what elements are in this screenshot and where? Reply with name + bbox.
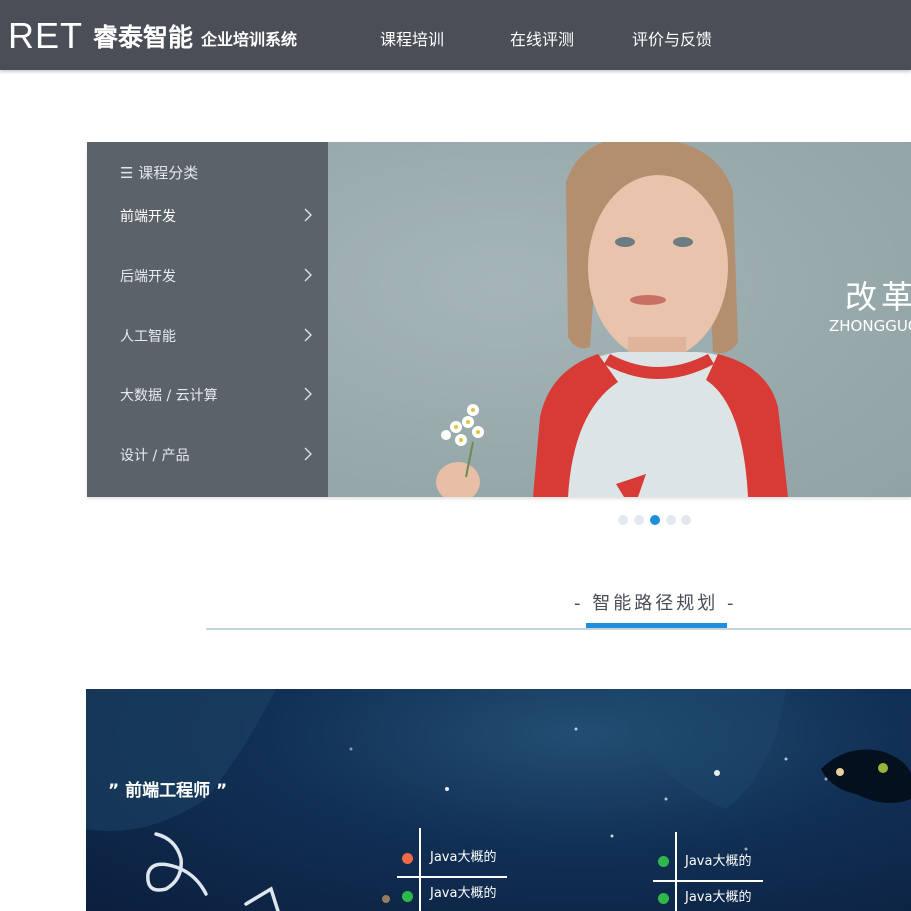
logo-ret[interactable]: RET	[8, 14, 83, 58]
category-item-bigdata-cloud[interactable]: 大数据 / 云计算	[87, 382, 328, 412]
nav-evaluation-feedback[interactable]: 评价与反馈	[632, 29, 712, 51]
nav-course-training[interactable]: 课程培训	[380, 29, 444, 51]
path-node-label[interactable]: Java大概的	[430, 849, 496, 867]
chevron-right-icon	[304, 268, 312, 282]
category-item-label: 前端开发	[120, 209, 176, 225]
chevron-right-icon	[304, 447, 312, 461]
carousel-dot[interactable]	[618, 515, 628, 525]
chevron-right-icon	[304, 328, 312, 342]
path-role-title: ” 前端工程师 ”	[108, 781, 228, 801]
category-item-design-product[interactable]: 设计 / 产品	[87, 442, 328, 472]
banner-title: 改革	[845, 278, 911, 316]
section-title: - 智能路径规划 -	[574, 593, 737, 614]
status-dot-icon	[658, 893, 669, 904]
chevron-right-icon	[304, 387, 312, 401]
category-item-ai[interactable]: 人工智能	[87, 323, 328, 353]
carousel-dot[interactable]	[681, 515, 691, 525]
course-category-panel: ☰ 课程分类 前端开发 后端开发 人工智能 大数据 / 云计算 设计 / 产品	[87, 142, 328, 497]
carousel-dot-active[interactable]	[650, 515, 660, 525]
logo-brand-name[interactable]: 睿泰智能	[93, 22, 193, 54]
path-node-label[interactable]: Java大概的	[685, 853, 751, 871]
path-node-label[interactable]: Java大概的	[430, 885, 496, 903]
logo-subtitle: 企业培训系统	[201, 30, 298, 49]
category-item-label: 大数据 / 云计算	[120, 388, 218, 404]
carousel-dot[interactable]	[666, 515, 676, 525]
category-item-label: 后端开发	[120, 269, 176, 285]
category-item-label: 设计 / 产品	[120, 448, 190, 464]
chevron-right-icon	[304, 208, 312, 222]
category-item-label: 人工智能	[120, 329, 176, 345]
status-dot-icon	[402, 891, 413, 902]
path-connector	[675, 832, 677, 911]
path-node-label[interactable]: Java大概的	[685, 889, 751, 907]
status-dot-icon	[402, 853, 413, 864]
category-item-frontend[interactable]: 前端开发	[87, 203, 328, 233]
learning-path-panel: ” 前端工程师 ” Java大概的 Java大概的 Java大概的 Java大概…	[86, 689, 911, 911]
category-item-backend[interactable]: 后端开发	[87, 263, 328, 293]
status-dot-icon	[658, 856, 669, 867]
path-connector	[419, 828, 421, 911]
menu-icon: ☰	[120, 164, 134, 182]
path-connector	[653, 880, 763, 882]
category-header-label: 课程分类	[138, 164, 199, 182]
banner-photo	[328, 142, 911, 497]
carousel-dot[interactable]	[634, 515, 644, 525]
nav-online-assessment[interactable]: 在线评测	[510, 29, 574, 51]
banner-subtitle: ZHONGGUO	[829, 317, 911, 335]
section-title-underline	[586, 623, 727, 628]
category-header: ☰ 课程分类	[120, 163, 198, 183]
section-divider	[206, 628, 911, 630]
top-header: RET 睿泰智能 企业培训系统 课程培训 在线评测 评价与反馈	[0, 0, 911, 70]
path-connector	[397, 876, 507, 878]
